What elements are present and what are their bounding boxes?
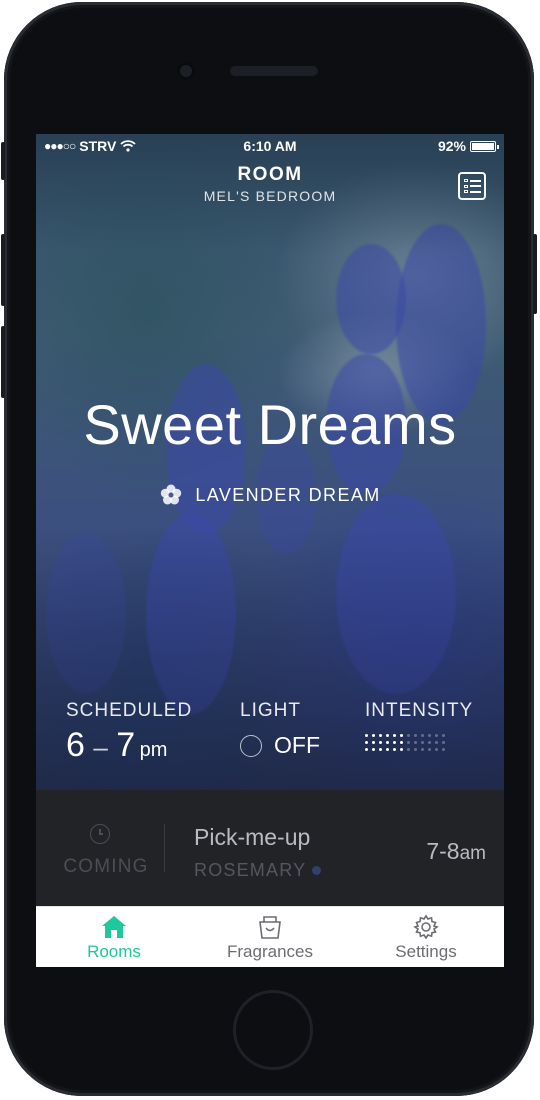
intensity-dot <box>407 741 410 744</box>
flower-icon <box>161 484 182 505</box>
room-name: MEL'S BEDROOM <box>203 188 337 204</box>
intensity-dot <box>435 748 438 751</box>
intensity-stat[interactable]: INTENSITY <box>365 700 473 752</box>
hero-background <box>36 134 504 790</box>
current-fragrance[interactable]: LAVENDER DREAM <box>36 483 504 507</box>
intensity-dot <box>421 748 424 751</box>
intensity-dot <box>379 734 382 737</box>
intensity-dot <box>421 741 424 744</box>
stats-row: SCHEDULED 6 – 7 pm LIGHT OFF INTENSITY <box>36 700 504 780</box>
upcoming-fragrance: ROSEMARY <box>194 860 322 881</box>
power-button <box>533 234 537 314</box>
upcoming-fragrance-name: ROSEMARY <box>194 860 307 880</box>
intensity-dot <box>442 741 445 744</box>
status-bar: ●●●○○ STRV 6:10 AM 92% <box>36 134 504 160</box>
fragrance-name: LAVENDER DREAM <box>195 484 381 505</box>
intensity-dot <box>428 741 431 744</box>
battery-icon <box>470 140 499 152</box>
tab-settings-label: Settings <box>395 942 457 961</box>
tab-settings[interactable]: Settings <box>348 907 504 967</box>
intensity-dot <box>407 734 410 737</box>
intensity-dot <box>414 734 417 737</box>
scheduled-end: 7 <box>116 726 136 764</box>
light-toggle-icon <box>240 734 262 757</box>
intensity-dot <box>442 748 445 751</box>
basket-icon <box>259 916 281 939</box>
divider <box>164 824 165 872</box>
intensity-dot <box>407 748 410 751</box>
intensity-dot <box>386 734 389 737</box>
scheduled-stat[interactable]: SCHEDULED 6 – 7 pm <box>66 700 192 765</box>
scheduled-label: SCHEDULED <box>66 700 193 721</box>
intensity-label: INTENSITY <box>365 700 474 721</box>
light-value: OFF <box>274 732 320 758</box>
intensity-meter <box>365 734 473 752</box>
intensity-dot <box>365 741 368 744</box>
upcoming-time: 7-8am <box>426 838 486 865</box>
fragrance-color-dot <box>312 866 322 875</box>
intensity-dot <box>372 741 375 744</box>
earpiece-speaker <box>230 66 318 76</box>
tab-rooms[interactable]: Rooms <box>36 907 192 967</box>
scheduled-start: 6 <box>66 726 85 764</box>
intensity-dot <box>428 734 431 737</box>
intensity-dot <box>400 748 403 751</box>
volume-up-button <box>1 234 5 306</box>
coming-status: COMING <box>36 790 166 906</box>
tab-bar: Rooms Fragrances Settings <box>36 906 504 967</box>
scheduled-separator: – <box>93 732 108 762</box>
intensity-dot <box>393 734 396 737</box>
schedule-list-button[interactable] <box>458 172 486 200</box>
intensity-dot <box>442 734 445 737</box>
intensity-dot <box>379 748 382 751</box>
intensity-dot <box>393 741 396 744</box>
scheduled-suffix: pm <box>139 739 168 761</box>
tab-rooms-label: Rooms <box>87 942 141 961</box>
intensity-dot <box>400 734 403 737</box>
upcoming-time-range: 7-8 <box>426 838 460 864</box>
app-screen: ●●●○○ STRV 6:10 AM 92% ROOM MEL'S BEDROO… <box>36 134 504 967</box>
room-header: ROOM MEL'S BEDROOM <box>36 164 504 204</box>
intensity-dot <box>386 748 389 751</box>
tab-fragrances[interactable]: Fragrances <box>192 907 348 967</box>
intensity-dot <box>435 741 438 744</box>
clock-icon <box>90 824 110 844</box>
mood-title: Sweet Dreams <box>83 393 457 456</box>
intensity-dot <box>386 741 389 744</box>
intensity-dot <box>421 734 424 737</box>
intensity-dot <box>400 741 403 744</box>
intensity-dot <box>372 748 375 751</box>
gear-icon <box>413 914 439 940</box>
intensity-dot <box>414 741 417 744</box>
tab-fragrances-label: Fragrances <box>227 942 313 961</box>
light-stat[interactable]: LIGHT OFF <box>240 700 320 759</box>
intensity-dot <box>414 748 417 751</box>
intensity-dot <box>365 748 368 751</box>
battery-percent: 92% <box>437 138 466 154</box>
intensity-dot <box>428 748 431 751</box>
status-time: 6:10 AM <box>243 138 297 154</box>
coming-label: COMING <box>63 856 149 877</box>
upcoming-schedule[interactable]: COMING Pick-me-up ROSEMARY 7-8am <box>36 790 504 906</box>
intensity-dot <box>365 734 368 737</box>
light-label: LIGHT <box>240 700 301 721</box>
volume-down-button <box>1 326 5 398</box>
home-button[interactable] <box>233 990 313 1070</box>
intensity-dot <box>435 734 438 737</box>
home-icon <box>102 916 126 938</box>
mute-switch <box>1 142 5 180</box>
page-title: ROOM <box>237 164 303 185</box>
intensity-dot <box>393 748 396 751</box>
front-camera <box>177 62 195 80</box>
intensity-dot <box>372 734 375 737</box>
intensity-dot <box>379 741 382 744</box>
upcoming-time-suffix: am <box>459 843 486 864</box>
upcoming-mood-name: Pick-me-up <box>194 824 311 850</box>
